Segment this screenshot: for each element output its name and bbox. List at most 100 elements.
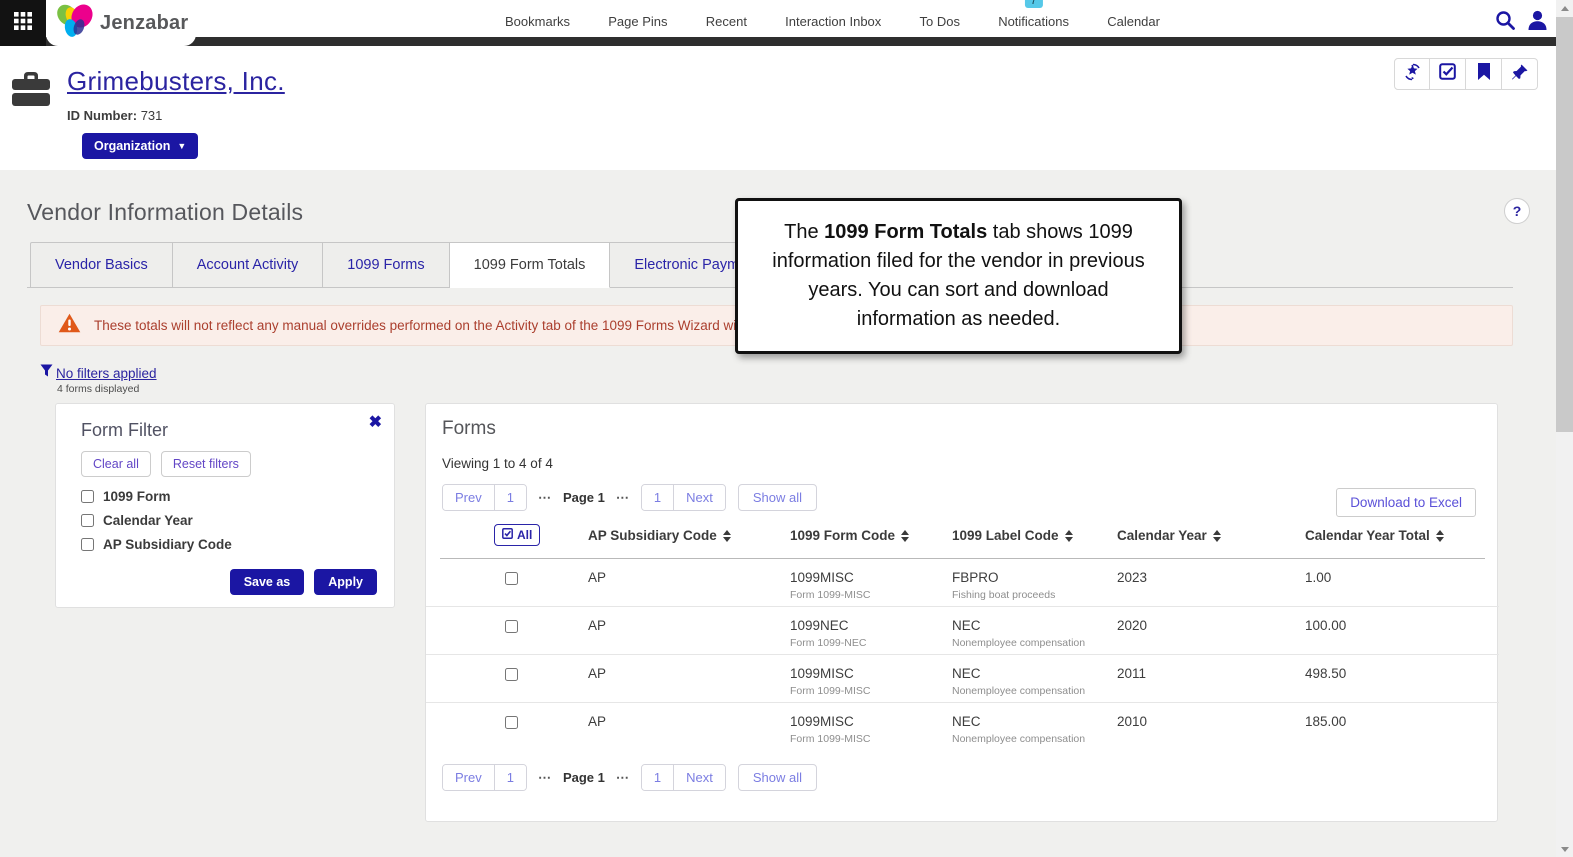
nav-recent[interactable]: Recent bbox=[706, 8, 747, 29]
prev-button[interactable]: Prev bbox=[443, 485, 494, 510]
column-label: 1099 Form Code bbox=[790, 528, 895, 543]
cell-ap-subsidiary: AP bbox=[588, 570, 606, 585]
todo-check-button[interactable] bbox=[1430, 58, 1466, 90]
filter-checkbox-ap-subsidiary-code[interactable] bbox=[81, 538, 94, 551]
show-all-button[interactable]: Show all bbox=[738, 764, 817, 791]
tab-1099-forms[interactable]: 1099 Forms bbox=[323, 242, 449, 288]
sort-icon[interactable] bbox=[1213, 530, 1221, 542]
tab-account-activity[interactable]: Account Activity bbox=[173, 242, 324, 288]
column-header-calendar-year[interactable]: Calendar Year bbox=[1117, 528, 1221, 543]
column-label: Calendar Year bbox=[1117, 528, 1207, 543]
reset-filters-button[interactable]: Reset filters bbox=[161, 451, 251, 477]
forms-title: Forms bbox=[442, 418, 496, 440]
search-icon[interactable] bbox=[1494, 9, 1516, 36]
save-as-button[interactable]: Save as bbox=[230, 569, 305, 595]
apply-button[interactable]: Apply bbox=[314, 569, 377, 595]
bookmark-icon bbox=[1477, 63, 1491, 85]
nav-bookmarks[interactable]: Bookmarks bbox=[505, 8, 570, 29]
nav-to-dos[interactable]: To Dos bbox=[920, 8, 960, 29]
row-checkbox[interactable] bbox=[505, 620, 518, 633]
scrollbar-thumb[interactable] bbox=[1556, 17, 1573, 432]
forms-panel: Forms Viewing 1 to 4 of 4 Prev 1 ⋯ Page … bbox=[425, 403, 1498, 822]
help-button[interactable]: ? bbox=[1504, 198, 1530, 224]
pagination-top: Prev 1 ⋯ Page 1 ⋯ 1 Next Show all bbox=[442, 484, 817, 511]
callout-text: The 1099 Form Totals tab shows 1099 info… bbox=[758, 218, 1159, 334]
cell-ap-subsidiary: AP bbox=[588, 714, 606, 729]
app-launcher-button[interactable] bbox=[0, 0, 46, 46]
form-filter-panel: Form Filter ✖ Clear all Reset filters 10… bbox=[55, 403, 395, 608]
user-icon[interactable] bbox=[1527, 9, 1548, 36]
nav-interaction-inbox[interactable]: Interaction Inbox bbox=[785, 8, 881, 29]
briefcase-icon bbox=[10, 70, 52, 113]
top-navigation-bar: Jenzabar Bookmarks Page Pins Recent Inte… bbox=[0, 0, 1573, 46]
column-header-calendar-year-total[interactable]: Calendar Year Total bbox=[1305, 528, 1444, 543]
page-1-button[interactable]: 1 bbox=[494, 485, 526, 510]
column-header-ap-subsidiary-code[interactable]: AP Subsidiary Code bbox=[588, 528, 731, 543]
brand-name: Jenzabar bbox=[100, 12, 188, 35]
cell-form-code: 1099MISCForm 1099-MISC bbox=[790, 570, 871, 601]
scroll-down-arrow[interactable] bbox=[1556, 841, 1573, 857]
sort-icon[interactable] bbox=[723, 530, 731, 542]
tab-1099-form-totals[interactable]: 1099 Form Totals bbox=[450, 242, 611, 288]
nav-calendar[interactable]: Calendar bbox=[1107, 8, 1160, 29]
cell-calendar-year-total: 498.50 bbox=[1305, 666, 1346, 681]
organization-dropdown-button[interactable]: Organization ▼ bbox=[82, 133, 198, 159]
row-checkbox[interactable] bbox=[505, 572, 518, 585]
brand-logo[interactable]: Jenzabar bbox=[46, 0, 196, 46]
cell-label-code: NECNonemployee compensation bbox=[952, 618, 1085, 649]
sort-icon[interactable] bbox=[901, 530, 909, 542]
forms-displayed-count: 4 forms displayed bbox=[57, 383, 139, 395]
column-header-1099-form-code[interactable]: 1099 Form Code bbox=[790, 528, 909, 543]
nav-page-pins[interactable]: Page Pins bbox=[608, 8, 667, 29]
vendor-name-link[interactable]: Grimebusters, Inc. bbox=[67, 66, 285, 97]
table-row: AP 1099NECForm 1099-NEC NECNonemployee c… bbox=[426, 607, 1499, 655]
row-checkbox[interactable] bbox=[505, 668, 518, 681]
scroll-up-arrow[interactable] bbox=[1556, 0, 1573, 16]
next-button[interactable]: Next bbox=[673, 765, 725, 790]
close-icon[interactable]: ✖ bbox=[369, 412, 382, 432]
table-row: AP 1099MISCForm 1099-MISC NECNonemployee… bbox=[426, 703, 1499, 751]
sort-icon[interactable] bbox=[1065, 530, 1073, 542]
tab-vendor-basics[interactable]: Vendor Basics bbox=[30, 242, 173, 288]
vendor-header: Grimebusters, Inc. ID Number: 731 Organi… bbox=[0, 46, 1556, 170]
pin-button[interactable] bbox=[1502, 58, 1538, 90]
nav-notifications[interactable]: 7 Notifications bbox=[998, 8, 1069, 29]
show-all-button[interactable]: Show all bbox=[738, 484, 817, 511]
filter-checkbox-calendar-year[interactable] bbox=[81, 514, 94, 527]
filter-option-1099-form[interactable]: 1099 Form bbox=[81, 489, 232, 504]
cell-form-code: 1099MISCForm 1099-MISC bbox=[790, 714, 871, 745]
no-filters-applied-link[interactable]: No filters applied bbox=[56, 366, 157, 381]
filter-option-label: AP Subsidiary Code bbox=[103, 537, 232, 552]
sort-icon[interactable] bbox=[1436, 530, 1444, 542]
vertical-scrollbar[interactable] bbox=[1556, 0, 1573, 857]
warning-text: These totals will not reflect any manual… bbox=[94, 318, 772, 333]
download-to-excel-button[interactable]: Download to Excel bbox=[1336, 488, 1476, 517]
clear-all-button[interactable]: Clear all bbox=[81, 451, 151, 477]
cell-calendar-year: 2011 bbox=[1117, 666, 1146, 681]
filter-option-calendar-year[interactable]: Calendar Year bbox=[81, 513, 232, 528]
cell-form-code: 1099MISCForm 1099-MISC bbox=[790, 666, 871, 697]
column-header-1099-label-code[interactable]: 1099 Label Code bbox=[952, 528, 1073, 543]
bookmark-button[interactable] bbox=[1466, 58, 1502, 90]
page-1-button[interactable]: 1 bbox=[642, 485, 673, 510]
filter-option-ap-subsidiary-code[interactable]: AP Subsidiary Code bbox=[81, 537, 232, 552]
cell-ap-subsidiary: AP bbox=[588, 618, 606, 633]
topbar-dark-strip bbox=[0, 37, 1573, 46]
recently-viewed-button[interactable] bbox=[1394, 58, 1430, 90]
page-1-button[interactable]: 1 bbox=[642, 765, 673, 790]
nav-notifications-label: Notifications bbox=[998, 14, 1069, 29]
select-all-button[interactable]: All bbox=[494, 524, 540, 546]
page-1-button[interactable]: 1 bbox=[494, 765, 526, 790]
row-checkbox[interactable] bbox=[505, 716, 518, 729]
prev-button[interactable]: Prev bbox=[443, 765, 494, 790]
app-grid-icon bbox=[13, 11, 33, 36]
vendor-id-value: 731 bbox=[141, 108, 163, 123]
filter-option-label: 1099 Form bbox=[103, 489, 171, 504]
header-action-buttons bbox=[1394, 58, 1538, 90]
cell-calendar-year-total: 1.00 bbox=[1305, 570, 1331, 585]
vendor-id-label: ID Number: bbox=[67, 108, 137, 123]
filter-checkbox-1099-form[interactable] bbox=[81, 490, 94, 503]
filter-options: 1099 Form Calendar Year AP Subsidiary Co… bbox=[81, 489, 232, 552]
filter-funnel-icon bbox=[40, 364, 53, 382]
next-button[interactable]: Next bbox=[673, 485, 725, 510]
